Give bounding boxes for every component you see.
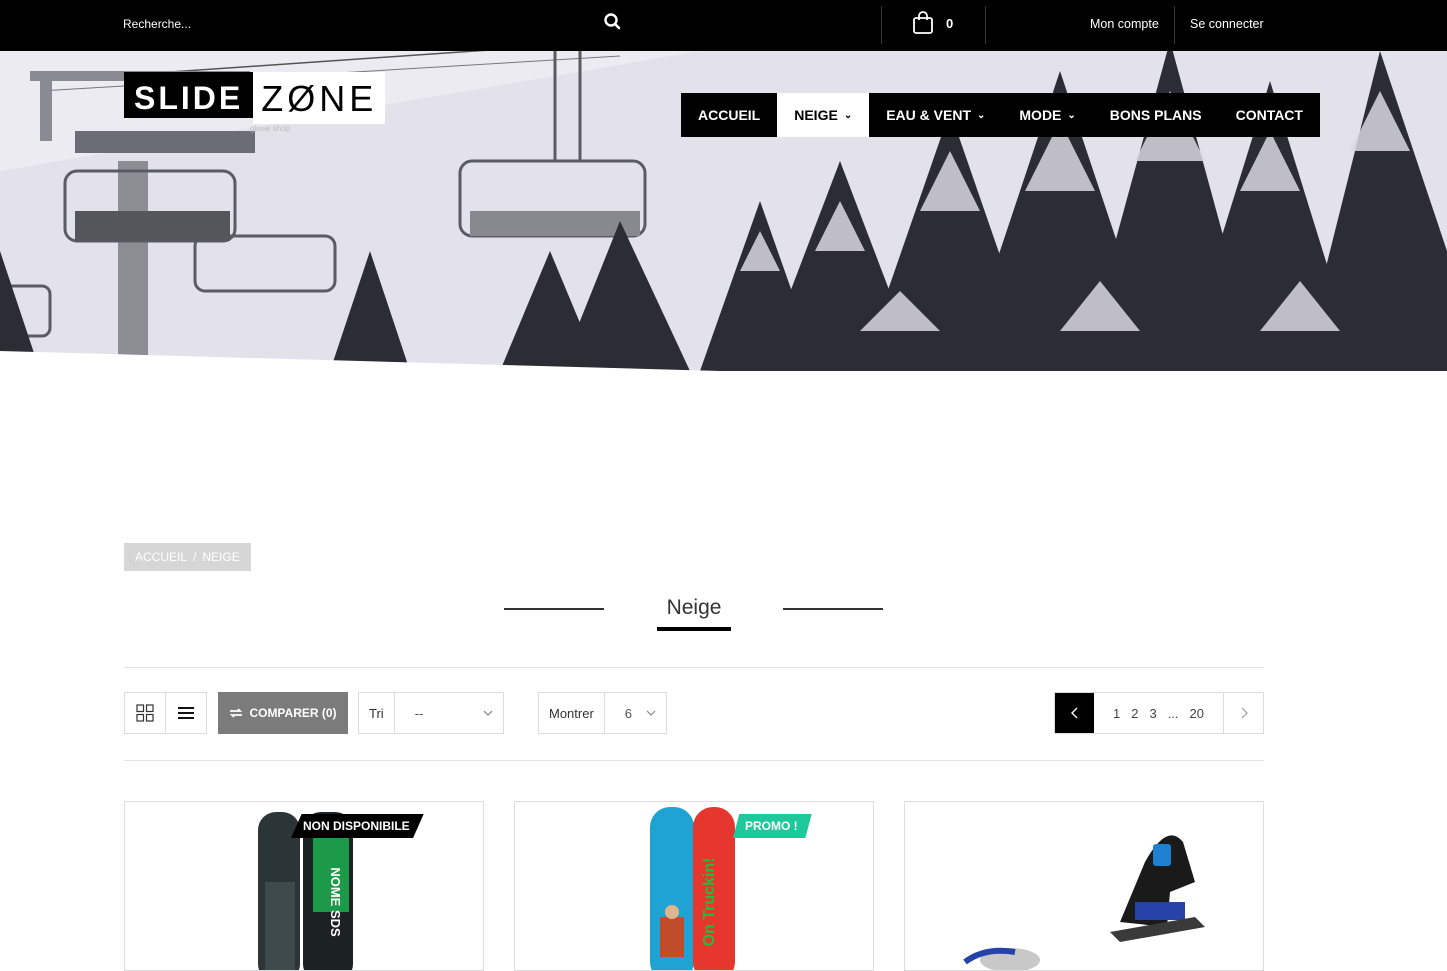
chevron-left-icon bbox=[1070, 707, 1077, 719]
list-icon bbox=[178, 707, 194, 719]
search-icon[interactable] bbox=[601, 10, 625, 34]
nav-item-bons-plans[interactable]: BONS PLANS bbox=[1092, 93, 1219, 137]
chevron-down-icon: ⌄ bbox=[977, 109, 986, 121]
logo-tagline: glisse shop bbox=[250, 124, 291, 133]
show-value-text: 6 bbox=[624, 705, 633, 721]
badge-label: NON DISPONIBILE bbox=[303, 819, 410, 833]
grid-view-button[interactable] bbox=[124, 692, 166, 734]
breadcrumb-separator: / bbox=[193, 550, 197, 564]
nav-label: NEIGE bbox=[794, 107, 838, 123]
sort-label: Tri bbox=[359, 693, 395, 733]
compare-button[interactable]: COMPARER (0) bbox=[218, 692, 348, 734]
shopping-bag-icon bbox=[913, 11, 933, 34]
chevron-down-icon: ⌄ bbox=[1067, 109, 1076, 121]
chevron-down-icon bbox=[646, 710, 656, 716]
product-card[interactable]: NOME SDS NON DISPONIBILE bbox=[124, 801, 484, 971]
nav-item-accueil[interactable]: ACCUEIL bbox=[681, 93, 778, 137]
chevron-down-icon bbox=[483, 710, 493, 716]
show-per-page-select[interactable]: Montrer 6 bbox=[538, 692, 667, 734]
breadcrumb-current: NEIGE bbox=[202, 550, 240, 564]
nav-label: EAU & VENT bbox=[886, 107, 971, 123]
site-logo[interactable]: SLIDE ZØNE bbox=[124, 72, 386, 124]
nav-item-mode[interactable]: MODE ⌄ bbox=[1002, 93, 1093, 137]
pagination: 1 2 3 ... 20 bbox=[1054, 692, 1264, 734]
show-label: Montrer bbox=[539, 693, 605, 733]
sort-select[interactable]: Tri -- bbox=[358, 692, 504, 734]
login-link[interactable]: Se connecter bbox=[1190, 17, 1264, 31]
main-nav: ACCUEIL NEIGE ⌄ EAU & VENT ⌄ MODE ⌄ BONS PL… bbox=[681, 93, 1320, 137]
sort-value[interactable]: -- bbox=[395, 693, 503, 733]
nav-label: ACCUEIL bbox=[698, 107, 761, 123]
product-image-snowboard: On Truckin! bbox=[650, 807, 735, 970]
nav-label: BONS PLANS bbox=[1109, 107, 1202, 123]
badge-label: PROMO ! bbox=[745, 819, 798, 833]
list-view-button[interactable] bbox=[165, 692, 207, 734]
divider bbox=[1174, 6, 1175, 44]
page-link[interactable]: 2 bbox=[1131, 706, 1138, 721]
top-bar: 0 Mon compte Se connecter bbox=[0, 0, 1447, 51]
product-image-ski-binding bbox=[963, 835, 1205, 970]
page-title: Neige bbox=[666, 596, 722, 619]
logo-slide: SLIDE bbox=[124, 72, 254, 118]
nav-item-contact[interactable]: CONTACT bbox=[1218, 93, 1320, 137]
compare-icon bbox=[230, 708, 243, 718]
logo-zone: ZØNE bbox=[253, 72, 386, 124]
search-input[interactable] bbox=[116, 10, 596, 38]
status-badge: NON DISPONIBILE bbox=[291, 814, 424, 838]
page-link[interactable]: 20 bbox=[1190, 706, 1204, 721]
cart-count: 0 bbox=[946, 15, 954, 31]
page-ellipsis: ... bbox=[1167, 705, 1179, 721]
product-card[interactable] bbox=[904, 801, 1264, 971]
title-underline bbox=[657, 627, 731, 631]
sort-value-text: -- bbox=[414, 705, 424, 721]
nav-label: CONTACT bbox=[1235, 107, 1303, 123]
divider bbox=[881, 6, 882, 44]
page-numbers: 1 2 3 ... 20 bbox=[1094, 693, 1224, 733]
board-graphic: On Truckin! bbox=[701, 858, 718, 947]
board-graphic: NOME SDS bbox=[328, 867, 343, 937]
my-account-link[interactable]: Mon compte bbox=[1090, 17, 1159, 31]
breadcrumb-home[interactable]: ACCUEIL bbox=[135, 550, 187, 564]
promo-badge: PROMO ! bbox=[733, 814, 812, 838]
product-card[interactable]: On Truckin! PROMO ! bbox=[514, 801, 874, 971]
nav-item-neige[interactable]: NEIGE ⌄ bbox=[777, 93, 870, 137]
chevron-down-icon: ⌄ bbox=[843, 109, 853, 121]
show-value[interactable]: 6 bbox=[605, 693, 666, 733]
divider bbox=[124, 760, 1264, 761]
divider bbox=[985, 6, 986, 44]
grid-icon bbox=[136, 704, 154, 722]
prev-page-button[interactable] bbox=[1055, 693, 1094, 733]
compare-label: COMPARER (0) bbox=[249, 706, 337, 720]
page-link[interactable]: 1 bbox=[1113, 706, 1120, 721]
page-title-block: Neige bbox=[504, 590, 884, 634]
divider bbox=[124, 667, 1264, 668]
nav-label: MODE bbox=[1019, 107, 1062, 123]
cart-button[interactable]: 0 bbox=[912, 8, 972, 38]
page-link[interactable]: 3 bbox=[1149, 706, 1156, 721]
chevron-right-icon bbox=[1241, 707, 1248, 719]
next-page-button[interactable] bbox=[1224, 693, 1263, 733]
breadcrumb: ACCUEIL / NEIGE bbox=[124, 543, 251, 571]
nav-item-eau-vent[interactable]: EAU & VENT ⌄ bbox=[869, 93, 1003, 137]
